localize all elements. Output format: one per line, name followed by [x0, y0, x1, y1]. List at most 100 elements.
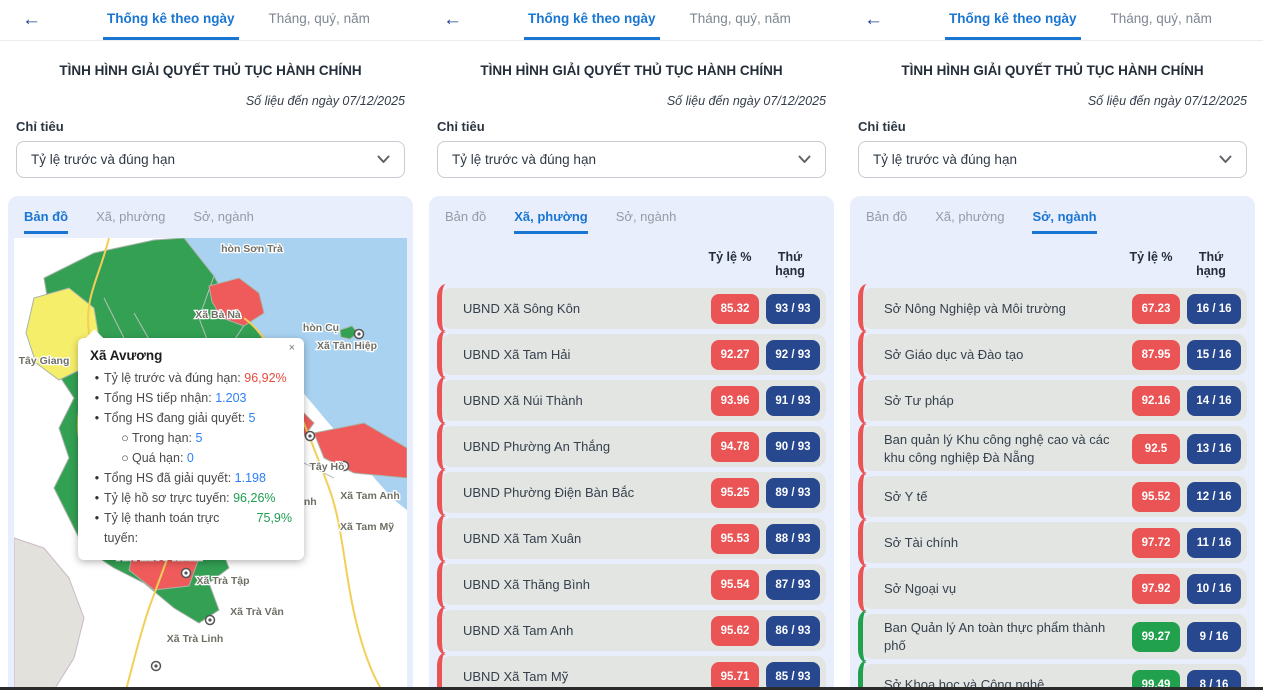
criteria-label: Chỉ tiêu	[842, 119, 1263, 134]
rate-badge: 95.52	[1132, 482, 1180, 512]
subtab-department[interactable]: Sở, ngành	[193, 209, 254, 234]
subtab-commune[interactable]: Xã, phường	[96, 209, 165, 234]
close-icon[interactable]: ×	[289, 343, 295, 354]
list-item[interactable]: UBND Phường An Thắng94.7890 / 93	[441, 426, 826, 467]
view-subtabs: Bản đồ Xã, phường Sở, ngành	[850, 196, 1255, 234]
rank-column-header: Thứ hạng	[762, 250, 818, 278]
row-accent	[437, 330, 455, 379]
list-item[interactable]: Sở Giáo dục và Đào tạo87.9515 / 16	[862, 334, 1247, 375]
subtab-map[interactable]: Bản đồ	[445, 209, 486, 234]
tab-daily-statistics[interactable]: Thống kê theo ngày	[945, 0, 1081, 40]
tab-daily-statistics[interactable]: Thống kê theo ngày	[524, 0, 660, 40]
org-name: Sở Nông Nghiệp và Môi trường	[884, 300, 1066, 318]
criteria-selected-value: Tỷ lệ trước và đúng hạn	[31, 152, 175, 167]
org-name: Ban quản lý Khu công nghệ cao và các khu…	[884, 431, 1122, 466]
rate-column-header: Tỷ lệ %	[1126, 250, 1176, 278]
province-map[interactable]: hòn Sơn TràXã Bà Nàhòn CụXã Tân HiệpTây …	[14, 238, 407, 690]
back-arrow-icon[interactable]: ←	[443, 0, 462, 40]
tooltip-stat: •Tỷ lệ thanh toán trực tuyến: 75,9%	[90, 508, 292, 548]
subtab-department[interactable]: Sở, ngành	[1032, 209, 1096, 234]
list-item[interactable]: UBND Xã Tam Xuân95.5388 / 93	[441, 518, 826, 559]
subtab-commune[interactable]: Xã, phường	[514, 209, 588, 234]
row-accent	[437, 422, 455, 471]
org-name: UBND Xã Tam Xuân	[463, 530, 581, 548]
rank-column-header: Thứ hạng	[1183, 250, 1239, 278]
org-name: UBND Xã Thăng Bình	[463, 576, 590, 594]
row-accent	[858, 376, 876, 425]
data-date-note: Số liệu đến ngày 07/12/2025	[842, 94, 1263, 108]
row-accent	[858, 472, 876, 521]
list-item[interactable]: UBND Phường Điện Bàn Bắc95.2589 / 93	[441, 472, 826, 513]
row-accent	[437, 376, 455, 425]
org-name: Sở Tài chính	[884, 534, 958, 552]
back-arrow-icon[interactable]: ←	[22, 0, 41, 40]
criteria-select[interactable]: Tỷ lệ trước và đúng hạn	[437, 141, 826, 178]
dashboard: ← Thống kê theo ngày Tháng, quý, năm TÌN…	[0, 0, 1263, 690]
subtab-map[interactable]: Bản đồ	[24, 209, 68, 234]
list-item[interactable]: Sở Tư pháp92.1614 / 16	[862, 380, 1247, 421]
rate-badge: 95.71	[711, 662, 759, 690]
map-label: Tây Giang	[19, 355, 70, 367]
list-item[interactable]: Ban Quản lý An toàn thực phẩm thành phố9…	[862, 614, 1247, 659]
rank-badge: 14 / 16	[1187, 386, 1241, 416]
tab-month-quarter-year[interactable]: Tháng, quý, năm	[686, 0, 795, 40]
list-item[interactable]: Sở Nông Nghiệp và Môi trường 67.2316 / 16	[862, 288, 1247, 329]
map-label: Xã Trà Tập	[196, 575, 249, 587]
rate-badge: 97.72	[1132, 528, 1180, 558]
page-title: TÌNH HÌNH GIẢI QUYẾT THỦ TỤC HÀNH CHÍNH	[421, 63, 842, 78]
list-item[interactable]: UBND Xã Tam Hải92.2792 / 93	[441, 334, 826, 375]
data-date-note: Số liệu đến ngày 07/12/2025	[421, 94, 842, 108]
rank-badge: 93 / 93	[766, 294, 820, 324]
org-name: Sở Ngoại vụ	[884, 580, 956, 598]
org-name: UBND Phường An Thắng	[463, 438, 610, 456]
subtab-map[interactable]: Bản đồ	[866, 209, 907, 234]
rank-badge: 11 / 16	[1187, 528, 1241, 558]
org-name: UBND Xã Tam Mỹ	[463, 668, 568, 686]
view-subtabs: Bản đồ Xã, phường Sở, ngành	[8, 196, 413, 234]
top-tab-bar: ← Thống kê theo ngày Tháng, quý, năm	[421, 0, 842, 41]
list-item[interactable]: Sở Ngoại vụ97.9210 / 16	[862, 568, 1247, 609]
rank-badge: 10 / 16	[1187, 574, 1241, 604]
org-name: UBND Xã Núi Thành	[463, 392, 583, 410]
panel-commune: ← Thống kê theo ngày Tháng, quý, năm TÌN…	[421, 0, 842, 690]
criteria-select[interactable]: Tỷ lệ trước và đúng hạn	[858, 141, 1247, 178]
org-name: Sở Giáo dục và Đào tạo	[884, 346, 1023, 364]
list-item[interactable]: Sở Y tế95.5212 / 16	[862, 476, 1247, 517]
chevron-down-icon	[798, 155, 811, 164]
rate-badge: 92.16	[1132, 386, 1180, 416]
tooltip-stat: •Tỷ lệ trước và đúng hạn: 96,92%	[90, 368, 292, 388]
list-item[interactable]: UBND Xã Tam Mỹ 95.7185 / 93	[441, 656, 826, 690]
row-accent	[437, 284, 455, 333]
row-accent	[858, 660, 876, 690]
org-name: UBND Xã Tam Hải	[463, 346, 570, 364]
row-accent	[858, 610, 876, 663]
rate-badge: 95.25	[711, 478, 759, 508]
commune-list: UBND Xã Sông Kôn85.3293 / 93 UBND Xã Tam …	[429, 288, 834, 690]
chevron-down-icon	[377, 155, 390, 164]
tab-month-quarter-year[interactable]: Tháng, quý, năm	[265, 0, 374, 40]
tab-daily-statistics[interactable]: Thống kê theo ngày	[103, 0, 239, 40]
rate-badge: 67.23	[1132, 294, 1180, 324]
department-section: Bản đồ Xã, phường Sở, ngành Tỷ lệ % Thứ …	[850, 196, 1255, 690]
tooltip-stat: •Tổng HS đã giải quyết: 1.198	[90, 468, 292, 488]
rank-badge: 91 / 93	[766, 386, 820, 416]
map-section: Bản đồ Xã, phường Sở, ngành	[8, 196, 413, 690]
list-item[interactable]: UBND Xã Sông Kôn85.3293 / 93	[441, 288, 826, 329]
list-item[interactable]: UBND Xã Núi Thành93.9691 / 93	[441, 380, 826, 421]
subtab-commune[interactable]: Xã, phường	[935, 209, 1004, 234]
list-item[interactable]: UBND Xã Thăng Bình95.5487 / 93	[441, 564, 826, 605]
rank-badge: 85 / 93	[766, 662, 820, 690]
rate-badge: 92.27	[711, 340, 759, 370]
tab-month-quarter-year[interactable]: Tháng, quý, năm	[1107, 0, 1216, 40]
rank-badge: 90 / 93	[766, 432, 820, 462]
list-item[interactable]: Sở Tài chính 97.7211 / 16	[862, 522, 1247, 563]
subtab-department[interactable]: Sở, ngành	[616, 209, 677, 234]
back-arrow-icon[interactable]: ←	[864, 0, 883, 40]
row-accent	[437, 468, 455, 517]
criteria-select[interactable]: Tỷ lệ trước và đúng hạn	[16, 141, 405, 178]
list-item[interactable]: Ban quản lý Khu công nghệ cao và các khu…	[862, 426, 1247, 471]
rank-badge: 16 / 16	[1187, 294, 1241, 324]
row-accent	[858, 422, 876, 475]
tooltip-stat: •Tổng HS tiếp nhận: 1.203	[90, 388, 292, 408]
list-item[interactable]: UBND Xã Tam Anh95.6286 / 93	[441, 610, 826, 651]
